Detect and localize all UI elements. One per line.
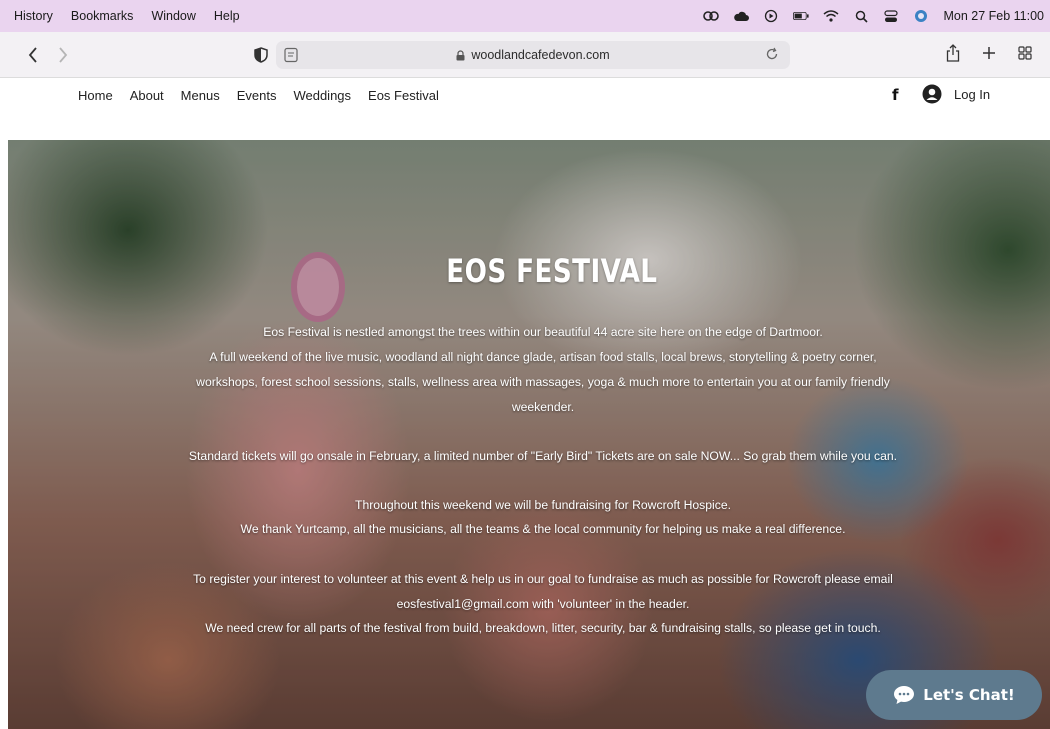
hero-text-line: To register your interest to volunteer a… [193,572,893,586]
nav-eos-festival[interactable]: Eos Festival [368,88,439,103]
siri-icon[interactable] [913,9,929,23]
chat-label: Let's Chat! [923,686,1015,704]
hero-overlay [8,140,1050,729]
address-bar[interactable]: woodlandcafedevon.com [276,41,790,69]
toolbar-right [942,42,1050,64]
menu-clock[interactable]: Mon 27 Feb 11:00 [943,9,1044,23]
chat-bubble-icon [893,685,915,705]
share-icon[interactable] [942,42,964,64]
login-label: Log In [954,86,991,102]
cloud-icon[interactable] [733,9,750,23]
chat-button[interactable]: Let's Chat! [866,670,1042,720]
hero-text-line: Throughout this weekend we will be fundr… [355,498,731,512]
hero-banner: EOS FESTIVAL Eos Festival is nestled amo… [8,140,1050,729]
privacy-shield-icon[interactable] [250,44,272,66]
nav-menus[interactable]: Menus [181,88,220,103]
hero-text-line: A full weekend of the live music, woodla… [209,350,877,364]
hero-text-line: Standard tickets will go onsale in Febru… [188,449,898,463]
menu-bookmarks[interactable]: Bookmarks [71,9,134,23]
user-avatar-icon [922,84,942,104]
hero-text-line: workshops, forest school sessions, stall… [196,375,890,389]
browser-toolbar: woodlandcafedevon.com [0,32,1050,78]
creative-cloud-icon[interactable] [703,9,720,23]
menu-help[interactable]: Help [214,9,240,23]
url-text: woodlandcafedevon.com [471,48,610,62]
macos-menu-bar: History Bookmarks Window Help Mon 27 Feb [0,0,1050,32]
nav-home[interactable]: Home [78,88,113,103]
site-header: Home About Menus Events Weddings Eos Fes… [0,78,1050,140]
control-center-icon[interactable] [883,9,899,23]
page-menu-icon[interactable] [284,47,298,63]
nav-weddings[interactable]: Weddings [293,88,351,103]
hero-text-line: We thank Yurtcamp, all the musicians, al… [240,522,846,536]
status-area: Mon 27 Feb 11:00 [689,9,1050,23]
hero-text-line: Eos Festival is nestled amongst the tree… [263,325,823,339]
forward-button[interactable] [52,44,74,66]
menu-history[interactable]: History [14,9,53,23]
hero-title: EOS FESTIVAL [446,252,658,290]
reload-icon[interactable] [766,47,780,63]
search-icon[interactable] [853,9,869,23]
hero-text-line: We need crew for all parts of the festiv… [205,621,881,635]
site-navigation: Home About Menus Events Weddings Eos Fes… [78,88,456,103]
hero-text-line: eosfestival1@gmail.com with 'volunteer' … [396,597,690,611]
battery-icon[interactable] [793,9,810,23]
back-button[interactable] [22,44,44,66]
hero-text-line: weekender. [511,400,575,414]
facebook-icon[interactable]: f [892,86,899,104]
wifi-icon[interactable] [823,9,839,23]
app-menus: History Bookmarks Window Help [0,9,258,23]
new-tab-icon[interactable] [978,42,1000,64]
play-circle-icon[interactable] [763,9,779,23]
nav-about[interactable]: About [130,88,164,103]
lock-icon [456,49,465,61]
nav-events[interactable]: Events [237,88,277,103]
menu-window[interactable]: Window [151,9,195,23]
login-button[interactable]: Log In [922,84,990,104]
tab-overview-icon[interactable] [1014,42,1036,64]
